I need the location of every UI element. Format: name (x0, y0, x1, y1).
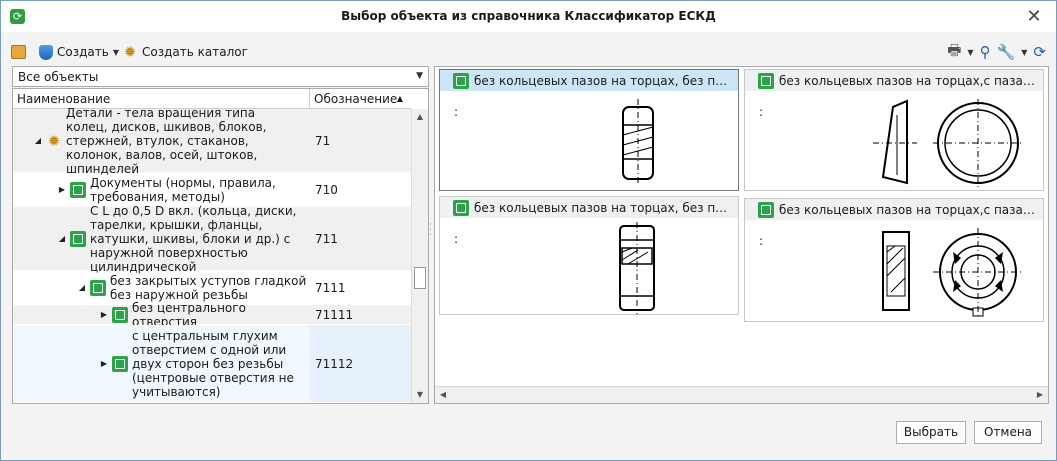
preview-card[interactable]: без кольцевых пазов на торцах,с пазами..… (744, 198, 1044, 322)
expand-icon[interactable]: ▶ (99, 359, 109, 368)
chevron-down-icon: ▼ (112, 47, 119, 57)
row-code: 71 (315, 133, 331, 148)
expand-icon[interactable]: ▶ (99, 310, 109, 319)
scroll-right-icon[interactable]: ▶ (1032, 387, 1048, 403)
tree-row[interactable]: ◢ ✹ Детали - тела вращения типа колец, д… (13, 106, 411, 176)
part-drawing-disk (873, 99, 1023, 187)
column-header-code[interactable]: Обозначение ▲ (310, 89, 411, 109)
card-title: без кольцевых пазов на торцах, без пазов… (474, 73, 734, 88)
preview-card[interactable]: без кольцевых пазов на торцах, без пазов… (439, 196, 739, 315)
add-object-button[interactable] (11, 41, 26, 63)
collapse-icon[interactable]: ◢ (77, 283, 87, 292)
add-object-icon (11, 45, 26, 59)
object-filter-select[interactable]: Все объекты ▼ (12, 66, 429, 87)
expand-icon[interactable]: ▶ (57, 185, 67, 194)
wrench-icon[interactable]: 🔧 (997, 43, 1016, 61)
preview-gallery: без кольцевых пазов на торцах, без пазов… (434, 66, 1049, 404)
scroll-up-icon[interactable]: ▲ (412, 109, 428, 125)
panel-splitter[interactable]: · · · (429, 221, 433, 240)
classifier-node-icon (70, 230, 86, 247)
dialog-window: ⟳ Выбор объекта из справочника Классифик… (0, 0, 1057, 461)
catalog-gear-icon: ✹ (47, 131, 61, 150)
create-catalog-label: Создать каталог (142, 45, 248, 59)
chevron-down-icon[interactable]: ▼ (1021, 48, 1027, 57)
card-drawing: : (440, 91, 738, 191)
search-icon[interactable]: ⚲ (980, 43, 991, 61)
card-drawing: : (440, 218, 738, 318)
part-drawing-ring (622, 99, 654, 185)
classifier-node-icon (112, 306, 128, 323)
row-name: с центральным глухим отверстием с одной … (132, 328, 294, 399)
sort-asc-icon: ▲ (396, 94, 403, 103)
preview-card-selected[interactable]: без кольцевых пазов на торцах, без пазов… (439, 69, 739, 191)
card-header: без кольцевых пазов на торцах, без пазов… (440, 70, 738, 91)
classifier-node-icon (90, 279, 106, 296)
collapse-icon[interactable]: ◢ (57, 234, 67, 243)
classifier-node-icon (112, 355, 128, 372)
preview-card[interactable]: без кольцевых пазов на торцах,с пазами..… (744, 69, 1044, 191)
select-button[interactable]: Выбрать (896, 421, 966, 444)
classifier-node-icon (453, 199, 469, 216)
part-drawing-slotted-disk (882, 228, 1023, 318)
create-icon (39, 44, 53, 60)
part-drawing-bushing (619, 222, 655, 314)
toolbar: Создать ▼ ✹ Создать каталог 🖶 ▼ ⚲ 🔧 ▼ ⟳ (11, 41, 1046, 63)
chevron-down-icon: ▼ (416, 71, 423, 81)
cancel-button[interactable]: Отмена (974, 421, 1042, 444)
column-header-code-label: Обозначение (314, 92, 398, 106)
card-header: без кольцевых пазов на торцах,с пазами..… (745, 70, 1043, 91)
card-note: : (454, 232, 459, 246)
card-note: : (759, 234, 764, 248)
card-title: без кольцевых пазов на торцах,с пазами..… (779, 202, 1039, 217)
create-label: Создать (57, 45, 109, 59)
gear-icon: ✹ (123, 43, 137, 61)
scroll-left-icon[interactable]: ◀ (435, 387, 451, 403)
row-name: Детали - тела вращения типа колец, диско… (66, 105, 267, 176)
scroll-down-icon[interactable]: ▼ (412, 387, 428, 403)
card-header: без кольцевых пазов на торцах, без пазов… (440, 197, 738, 218)
row-name: С L до 0,5 D вкл. (кольца, диски, тарелк… (90, 203, 297, 274)
card-title: без кольцевых пазов на торцах, без пазов… (474, 200, 734, 215)
tree-row[interactable]: ▶ без центрального отверстия 71111 (13, 301, 411, 329)
tree-rows: ◢ ✹ Детали - тела вращения типа колец, д… (13, 106, 411, 403)
title-bar: ⟳ Выбор объекта из справочника Классифик… (1, 1, 1056, 32)
chevron-down-icon[interactable]: ▼ (967, 48, 973, 57)
tree-row-selected[interactable]: ▶ с центральным глухим отверстием с одно… (13, 325, 411, 403)
card-header: без кольцевых пазов на торцах,с пазами..… (745, 199, 1043, 220)
printer-icon[interactable]: 🖶 (947, 40, 961, 65)
create-button[interactable]: Создать ▼ (39, 41, 119, 63)
classifier-node-icon (758, 201, 774, 218)
collapse-icon[interactable]: ◢ (33, 136, 43, 145)
card-note: : (759, 105, 764, 119)
close-button[interactable]: ✕ (1022, 5, 1046, 29)
classifier-node-icon (758, 72, 774, 89)
gallery-horizontal-scrollbar[interactable]: ◀ ▶ (435, 386, 1048, 403)
row-code: 7111 (315, 280, 346, 295)
classifier-node-icon (453, 72, 469, 89)
create-catalog-button[interactable]: ✹ Создать каталог (122, 41, 248, 63)
card-note: : (454, 105, 459, 119)
row-code: 711 (315, 231, 338, 246)
card-drawing: : (745, 91, 1043, 191)
scroll-thumb[interactable] (414, 267, 426, 289)
toolbar-right: 🖶 ▼ ⚲ 🔧 ▼ ⟳ (947, 41, 1046, 63)
refresh-icon[interactable]: ⟳ (1033, 43, 1046, 61)
classifier-tree: Наименование Обозначение ▲ ◢ ✹ Детали - … (12, 88, 429, 404)
row-code: 710 (315, 182, 338, 197)
tree-vertical-scrollbar[interactable]: ▲ ▼ (411, 109, 428, 403)
card-title: без кольцевых пазов на торцах,с пазами..… (779, 73, 1039, 88)
tree-row[interactable]: ◢ С L до 0,5 D вкл. (кольца, диски, таре… (13, 204, 411, 274)
row-code: 71111 (315, 307, 354, 322)
classifier-node-icon (70, 181, 86, 198)
card-drawing: : (745, 220, 1043, 320)
window-title: Выбор объекта из справочника Классификат… (341, 9, 716, 23)
row-code: 71112 (310, 325, 411, 402)
filter-value: Все объекты (18, 70, 99, 84)
